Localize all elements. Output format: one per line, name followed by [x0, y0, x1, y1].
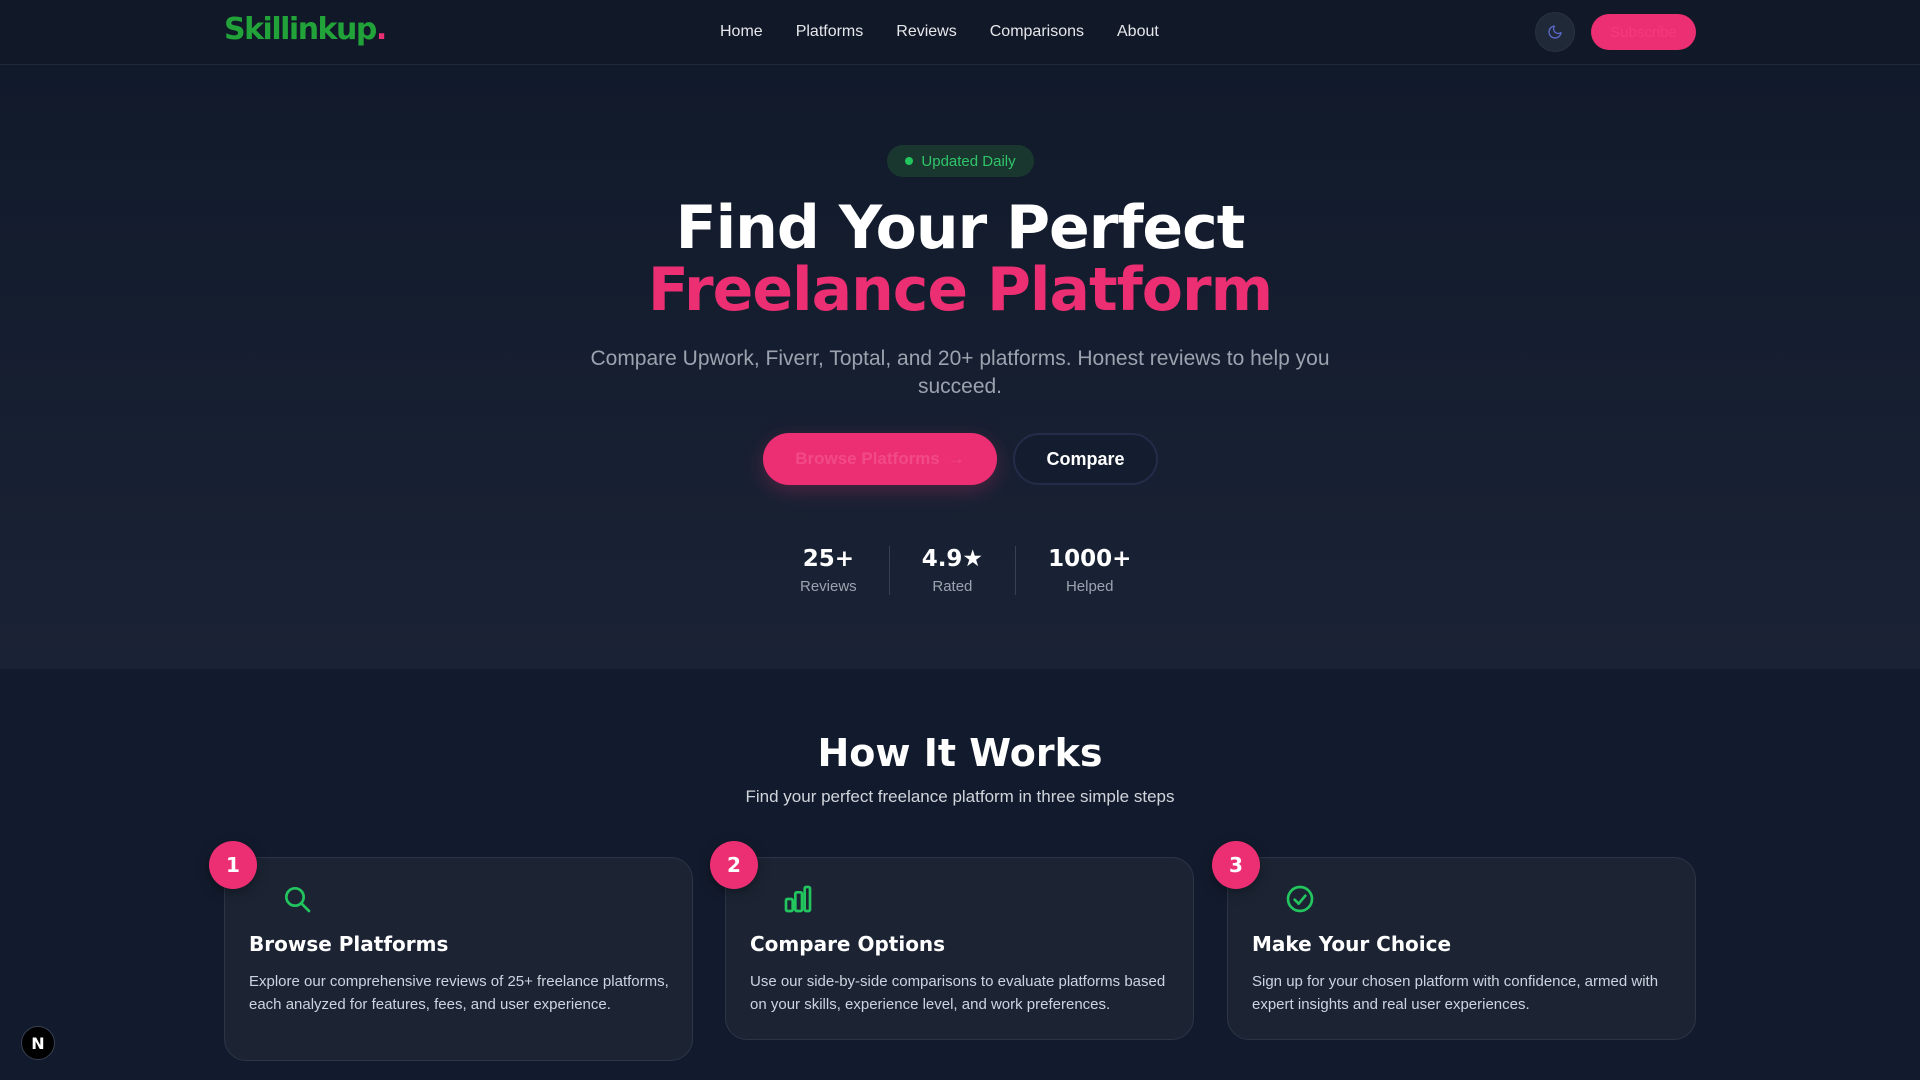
check-circle-icon [1286, 885, 1314, 913]
search-icon [285, 887, 311, 913]
step-title: Browse Platforms [249, 932, 449, 956]
browse-platforms-button[interactable]: Browse Platforms → [763, 433, 997, 485]
bar-chart-icon [784, 885, 812, 913]
stat-label: Rated [932, 577, 973, 595]
hero-title-line1: Find Your Perfect [675, 193, 1246, 263]
arrow-right-icon: → [947, 449, 965, 468]
badge-label: Updated Daily [921, 152, 1016, 170]
stat-label: Helped [1065, 577, 1114, 595]
compare-button[interactable]: Compare [1013, 433, 1158, 485]
step-title: Make Your Choice [1252, 932, 1452, 956]
theme-toggle-button[interactable] [1535, 12, 1575, 52]
step-number-badge: 1 [209, 841, 257, 889]
step-card-browse: Browse Platforms Explore our comprehensi… [224, 857, 693, 1061]
section-title: How It Works [817, 731, 1103, 775]
nav-link-platforms[interactable]: Platforms [796, 23, 864, 41]
stat-value: 4.9★ [921, 545, 984, 572]
step-card-compare: Compare Options Use our side-by-side com… [725, 857, 1194, 1040]
dev-indicator-badge[interactable]: N [21, 1026, 55, 1060]
hero-section: Updated Daily Find Your Perfect Freelanc… [0, 65, 1920, 669]
step-number-badge: 2 [710, 841, 758, 889]
subscribe-button[interactable]: Subscribe [1591, 14, 1696, 50]
section-subtitle: Find your perfect freelance platform in … [745, 787, 1175, 806]
stat-reviews: 25+ Reviews [768, 546, 889, 595]
top-navbar: Skillinkup. Home Platforms Reviews Compa… [0, 0, 1920, 65]
updated-daily-badge: Updated Daily [887, 145, 1034, 177]
step-text: Explore our comprehensive reviews of 25+… [249, 973, 669, 1013]
stat-label: Reviews [800, 577, 857, 595]
hero-stats: 25+ Reviews 4.9★ Rated 1000+ Helped [768, 535, 1163, 605]
step-text: Sign up for your chosen platform with co… [1252, 973, 1659, 1013]
hero-title-line2: Freelance Platform [647, 255, 1273, 325]
step-number-badge: 3 [1212, 841, 1260, 889]
browse-platforms-label: Browse Platforms [795, 449, 940, 468]
step-title: Compare Options [750, 932, 946, 956]
main-nav: Home Platforms Reviews Comparisons About [720, 20, 1159, 44]
moon-icon [1548, 25, 1562, 39]
status-dot-icon [905, 157, 914, 165]
stat-value: 25+ [802, 545, 854, 572]
hero-subtitle: Compare Upwork, Fiverr, Toptal, and 20+ … [590, 347, 1330, 398]
how-it-works-section: How It Works Find your perfect freelance… [0, 669, 1920, 1080]
logo-text: Skillinkup [224, 12, 377, 47]
hero-title: Find Your Perfect Freelance Platform [0, 197, 1920, 321]
nav-link-reviews[interactable]: Reviews [896, 23, 956, 41]
stat-rated: 4.9★ Rated [888, 545, 1015, 595]
nav-link-about[interactable]: About [1117, 23, 1159, 41]
step-card-choice: Make Your Choice Sign up for your chosen… [1227, 857, 1696, 1040]
nav-link-comparisons[interactable]: Comparisons [990, 23, 1084, 41]
logo[interactable]: Skillinkup. [224, 12, 387, 47]
stat-helped: 1000+ Helped [1015, 545, 1163, 595]
step-text: Use our side-by-side comparisons to eval… [750, 973, 1166, 1013]
logo-dot: . [375, 12, 387, 47]
nav-link-home[interactable]: Home [720, 23, 763, 41]
stat-value: 1000+ [1048, 545, 1132, 572]
